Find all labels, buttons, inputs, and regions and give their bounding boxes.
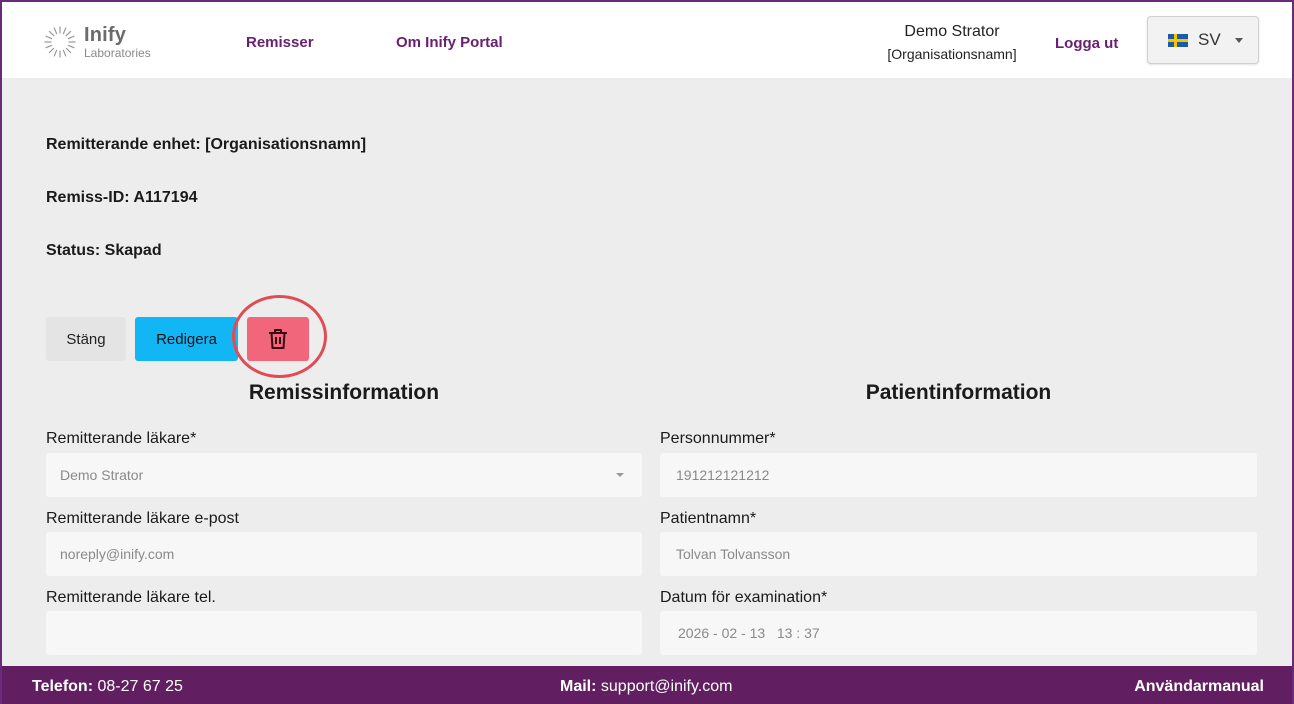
logo-name: Inify [84, 24, 127, 46]
footer: Telefon: 08-27 67 25 Mail: support@inify… [2, 666, 1292, 704]
nav-om-inify-portal[interactable]: Om Inify Portal [396, 34, 503, 51]
user-info: Demo Strator [Organisationsnamn] [872, 22, 1032, 64]
logout-link[interactable]: Logga ut [1055, 35, 1118, 52]
email-field[interactable]: noreply@inify.com [46, 532, 642, 576]
top-header: Inify Laboratories Remisser Om Inify Por… [2, 2, 1292, 78]
language-select[interactable]: SV [1147, 16, 1259, 64]
inify-logo[interactable]: Inify Laboratories [42, 20, 151, 64]
section-title-remissinformation: Remissinformation [248, 381, 440, 404]
personnummer-field[interactable]: 191212121212 [660, 453, 1257, 497]
chevron-down-icon [616, 473, 624, 477]
swedish-flag-icon [1168, 33, 1188, 47]
phone-field[interactable] [46, 611, 642, 655]
user-organisation: [Organisationsnamn] [887, 46, 1017, 62]
doctor-label: Remitterande läkare* [46, 430, 197, 447]
referral-status: Status: Skapad [46, 242, 162, 259]
section-title-patientinformation: Patientinformation [865, 381, 1052, 404]
highlight-annotation [232, 295, 327, 378]
user-manual-link[interactable]: Användarmanual [1134, 678, 1264, 696]
logo-sunburst-icon [44, 26, 76, 58]
exam-date-label: Datum för examination* [660, 589, 828, 606]
footer-mail-label: Mail: [560, 678, 597, 695]
email-label: Remitterande läkare e-post [46, 510, 239, 527]
doctor-value: Demo Strator [60, 467, 144, 483]
footer-phone-value: 08-27 67 25 [97, 678, 183, 695]
patient-name-label: Patientnamn* [660, 510, 757, 527]
footer-phone-label: Telefon: [32, 678, 94, 695]
language-label: SV [1198, 30, 1221, 49]
logo-subtitle: Laboratories [84, 46, 151, 60]
nav-remisser[interactable]: Remisser [246, 34, 314, 51]
patient-name-field[interactable]: Tolvan Tolvansson [660, 532, 1257, 576]
footer-mail: Mail: support@inify.com [560, 678, 732, 696]
exam-date-field[interactable]: 2026 - 02 - 13 13 : 37 [660, 611, 1257, 655]
phone-label: Remitterande läkare tel. [46, 589, 216, 606]
referring-unit: Remitterande enhet: [Organisationsnamn] [46, 136, 367, 153]
edit-button[interactable]: Redigera [135, 317, 238, 361]
footer-phone: Telefon: 08-27 67 25 [32, 678, 183, 696]
doctor-select[interactable]: Demo Strator [46, 453, 642, 497]
referral-id: Remiss-ID: A117194 [46, 189, 198, 206]
close-button[interactable]: Stäng [46, 317, 126, 361]
email-value: noreply@inify.com [60, 546, 175, 562]
exam-date-value: 2026 - 02 - 13 13 : 37 [678, 625, 820, 641]
personnummer-value: 191212121212 [676, 467, 770, 483]
chevron-down-icon [1234, 37, 1243, 43]
patient-name-value: Tolvan Tolvansson [676, 546, 791, 562]
footer-mail-value[interactable]: support@inify.com [601, 678, 733, 695]
user-name: Demo Strator [904, 23, 1000, 40]
app-window: Inify Laboratories Remisser Om Inify Por… [0, 0, 1294, 704]
personnummer-label: Personnummer* [660, 430, 776, 447]
